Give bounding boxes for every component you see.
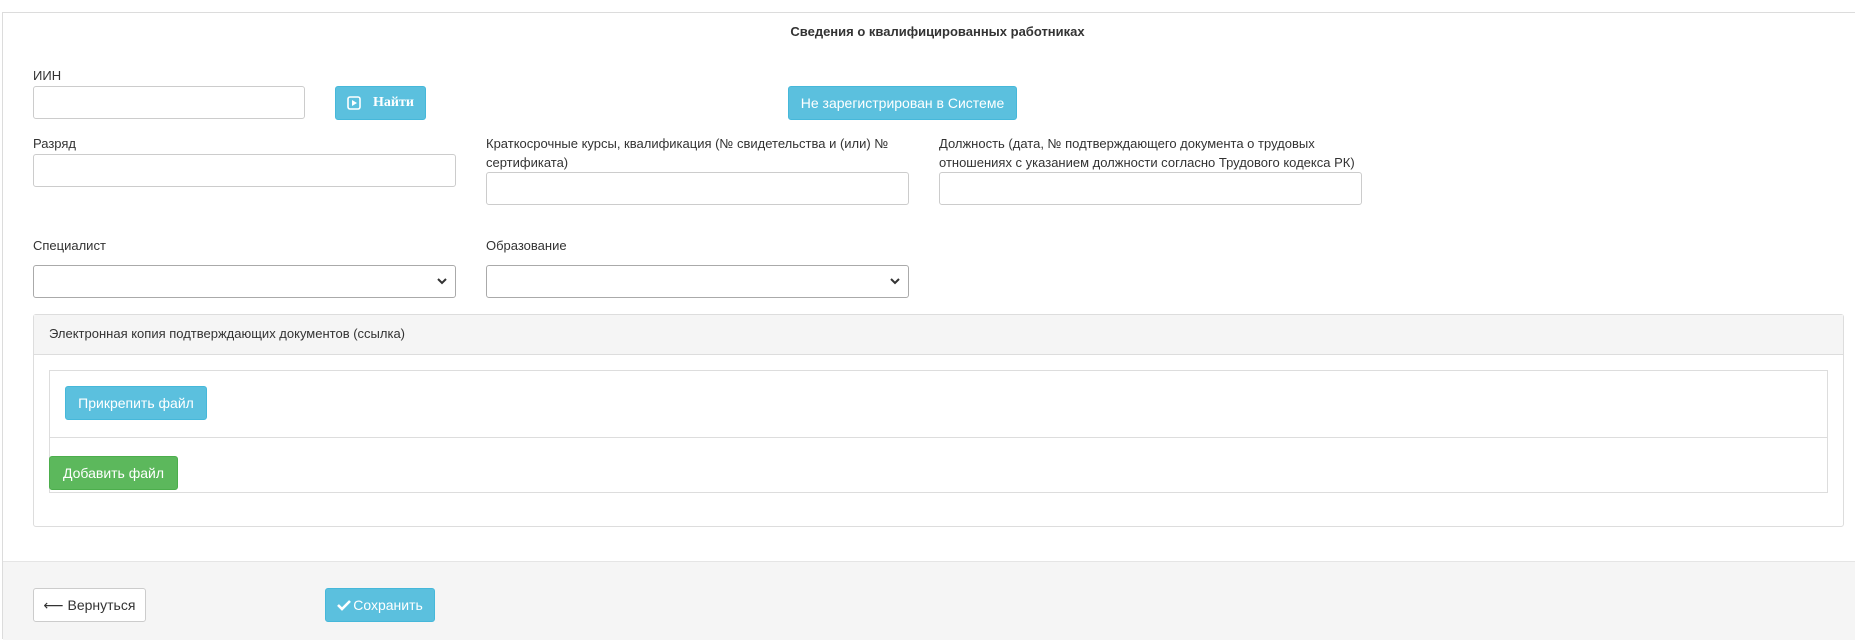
checkmark-icon xyxy=(337,600,352,611)
iin-input[interactable] xyxy=(33,86,305,119)
education-label: Образование xyxy=(486,238,567,253)
position-label: Должность (дата, № подтверждающего докум… xyxy=(939,134,1399,172)
back-button-label: ⟵ Вернуться xyxy=(43,596,136,613)
grade-label: Разряд xyxy=(33,136,76,151)
attachments-panel-header: Электронная копия подтверждающих докумен… xyxy=(34,315,1843,355)
attach-file-label: Прикрепить файл xyxy=(78,395,194,411)
back-button[interactable]: ⟵ Вернуться xyxy=(33,588,146,622)
courses-label: Краткосрочные курсы, квалификация (№ сви… xyxy=(486,134,926,172)
play-square-icon xyxy=(347,96,361,110)
find-button[interactable]: Найти xyxy=(335,86,426,120)
position-input[interactable] xyxy=(939,172,1362,205)
not-registered-label: Не зарегистрирован в Системе xyxy=(800,95,1005,111)
not-registered-button[interactable]: Не зарегистрирован в Системе xyxy=(788,86,1017,120)
iin-label: ИИН xyxy=(33,68,62,83)
position-label-line1: Должность (дата, № подтверждающего докум… xyxy=(939,136,1315,151)
courses-input[interactable] xyxy=(486,172,909,205)
form-footer xyxy=(3,561,1855,640)
find-button-label: Найти xyxy=(373,95,414,110)
education-select[interactable] xyxy=(486,265,909,298)
position-label-line2: отношениях с указанием должности согласн… xyxy=(939,155,1355,170)
attachments-panel-title: Электронная копия подтверждающих докумен… xyxy=(49,326,406,341)
chevron-down-icon xyxy=(437,278,447,285)
courses-label-line2: сертификата) xyxy=(486,155,569,170)
specialist-select[interactable] xyxy=(33,265,456,298)
attachments-panel: Электронная копия подтверждающих докумен… xyxy=(33,314,1844,527)
courses-label-line1: Краткосрочные курсы, квалификация (№ сви… xyxy=(486,136,889,151)
attach-file-button[interactable]: Прикрепить файл xyxy=(65,386,207,420)
specialist-label: Специалист xyxy=(33,238,106,253)
attachments-list: Прикрепить файл xyxy=(49,370,1828,493)
chevron-down-icon xyxy=(890,278,900,285)
save-button[interactable]: Сохранить xyxy=(325,588,435,622)
attachment-row: Прикрепить файл xyxy=(50,371,1827,438)
add-file-button[interactable]: Добавить файл xyxy=(49,456,178,490)
add-file-label: Добавить файл xyxy=(62,465,165,481)
form-title: Сведения о квалифицированных работниках xyxy=(790,24,1085,39)
save-button-label: Сохранить xyxy=(353,597,423,613)
grade-input[interactable] xyxy=(33,154,456,187)
